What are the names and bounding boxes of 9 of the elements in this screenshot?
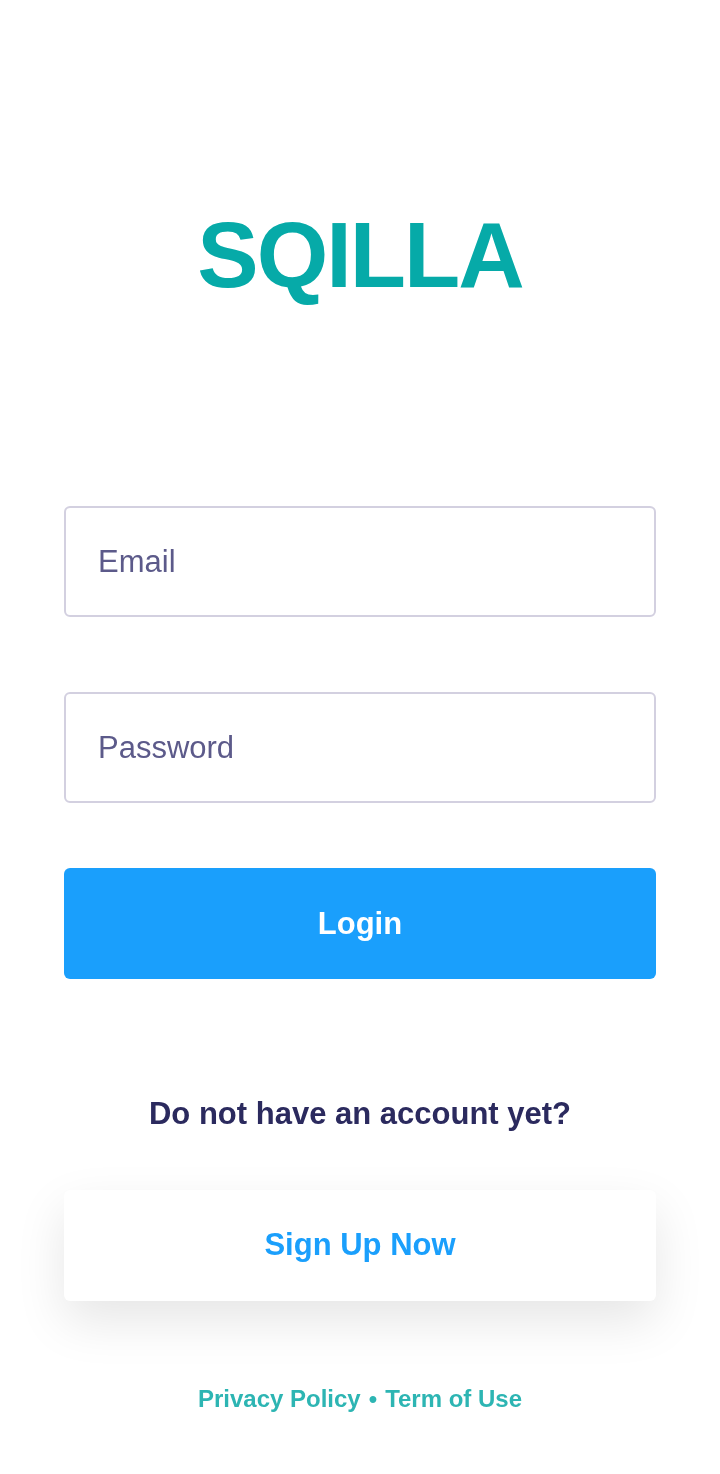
separator-dot: •: [368, 1383, 378, 1414]
input-field[interactable]: Password: [64, 692, 656, 804]
terms-link[interactable]: Term of Use: [385, 1380, 523, 1417]
login-button[interactable]: Login: [64, 868, 656, 980]
logo: SQILLA: [196, 203, 524, 308]
signup-button[interactable]: Sign Up Now: [64, 1189, 656, 1301]
input-field[interactable]: Email: [64, 506, 656, 618]
signup-prompt: Do not have an account yet?: [149, 1095, 571, 1134]
privacy-policy-link[interactable]: Privacy Policy: [197, 1380, 361, 1417]
